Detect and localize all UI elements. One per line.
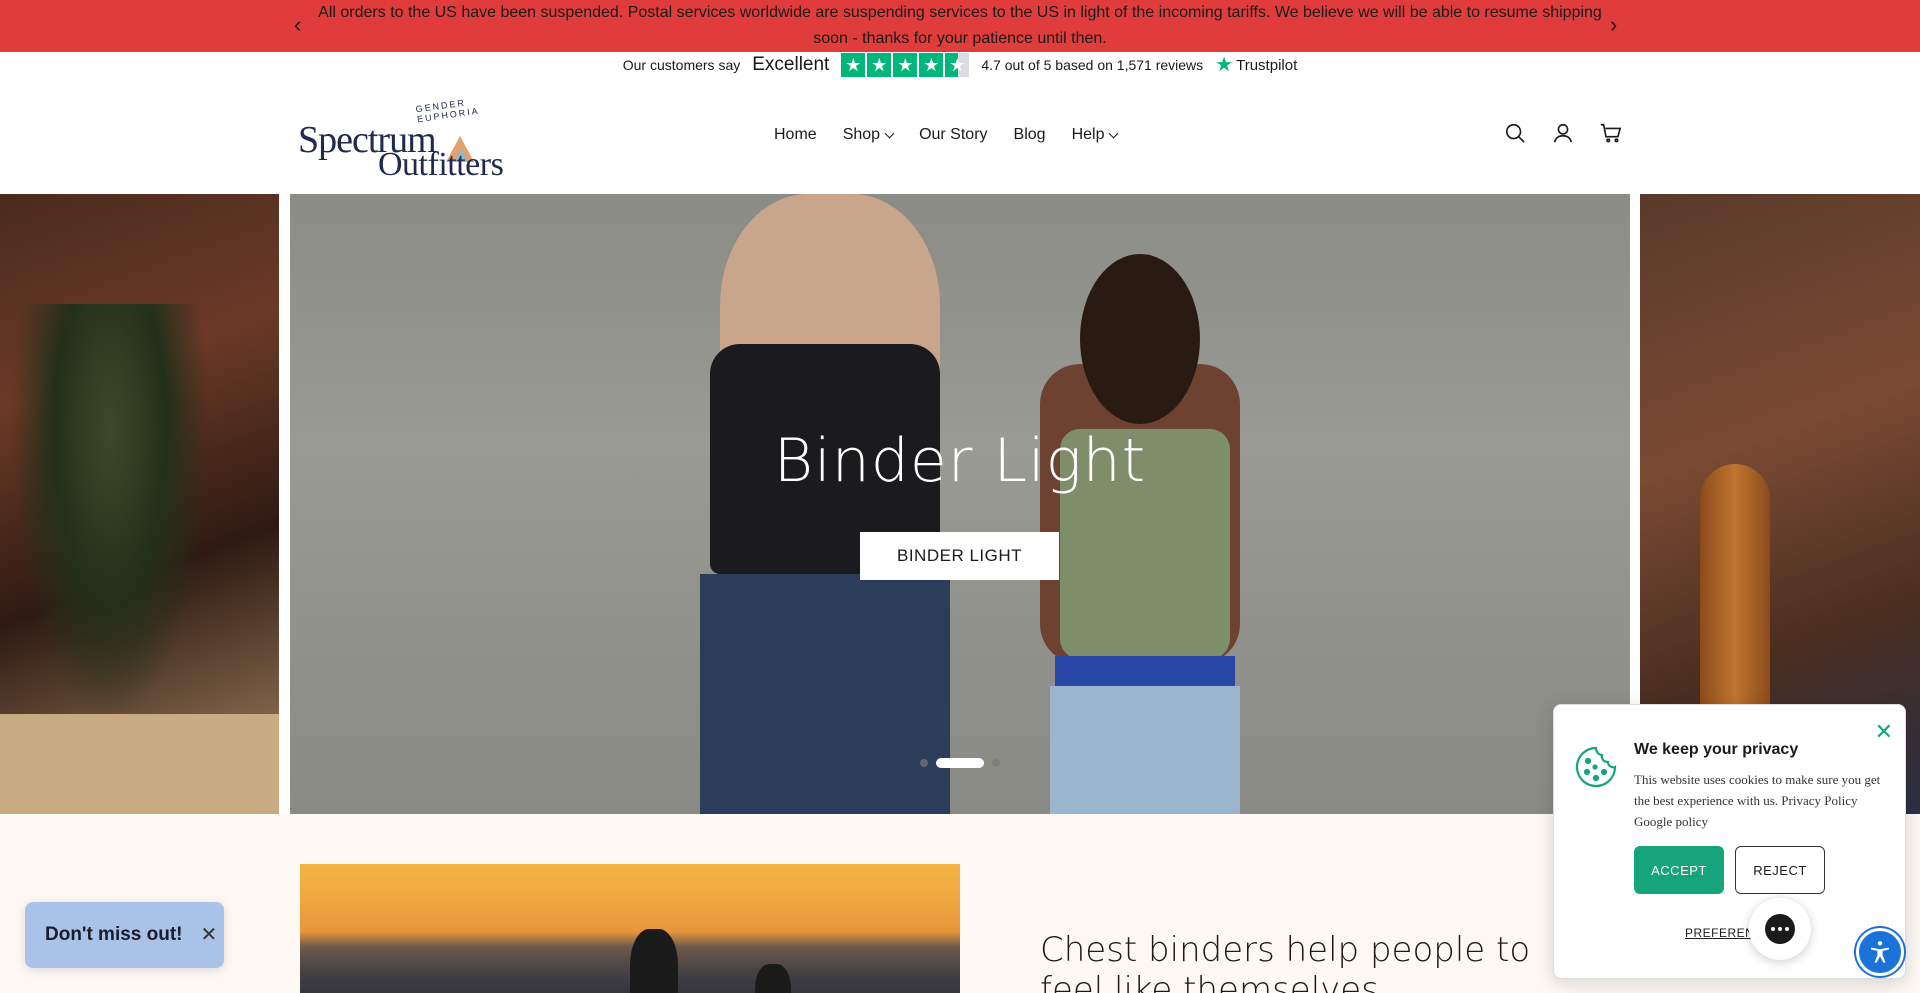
close-icon[interactable]: ✕ [201,925,218,945]
hero-title: Binder Light [773,426,1147,496]
dont-miss-out-label: Don't miss out! [45,924,183,945]
chevron-down-icon [1109,128,1119,138]
trustpilot-say: Our customers say [622,57,741,73]
chat-button[interactable] [1749,898,1811,960]
main-nav: Home Shop Our Story Blog Help [774,126,1119,144]
carousel-dot[interactable] [992,759,1000,767]
privacy-title: We keep your privacy [1634,741,1799,758]
accessibility-icon [1870,941,1890,963]
model-left-image [680,194,980,814]
header-icons [1504,122,1622,144]
beach-image [300,864,960,993]
account-icon[interactable] [1552,122,1574,144]
nav-our-story[interactable]: Our Story [919,126,987,144]
cookie-icon [1575,746,1617,788]
pillow-image [0,714,279,814]
trustpilot-widget[interactable]: Our customers say Excellent ★ ★ ★ ★ ★ 4.… [0,52,1920,78]
trustpilot-logo[interactable]: ★ Trustpilot [1215,54,1298,76]
search-icon[interactable] [1504,122,1526,144]
star-icon: ★ [893,53,918,77]
site-logo[interactable]: GENDER EUPHORIA Spectrum Outfitters [298,97,508,183]
person-silhouette [755,964,791,993]
logo-line-2: Outfitters [378,146,504,183]
close-icon[interactable]: ✕ [1875,721,1893,743]
dont-miss-out-popup[interactable]: Don't miss out! ✕ [25,902,224,968]
nav-home[interactable]: Home [774,126,817,144]
privacy-body: This website uses cookies to make sure y… [1634,772,1881,829]
carousel-dots [290,758,1630,768]
announcement-bar: ‹ All orders to the US have been suspend… [0,0,1920,52]
nav-blog[interactable]: Blog [1014,126,1046,144]
nav-help[interactable]: Help [1071,126,1119,144]
trustpilot-star-icon: ★ [1215,54,1234,76]
cart-icon[interactable] [1600,122,1622,144]
nav-blog-label: Blog [1013,126,1046,143]
nav-story-label: Our Story [919,126,988,143]
nav-help-label: Help [1071,126,1105,143]
accessibility-button[interactable] [1856,928,1904,976]
star-icon: ★ [841,53,866,77]
carousel-slide-previous[interactable] [0,194,279,814]
chevron-down-icon [884,128,895,138]
star-icon: ★ [867,53,892,77]
nav-shop[interactable]: Shop [842,126,895,144]
plant-image [10,304,210,724]
chat-icon [1765,914,1795,944]
trustpilot-rating-word: Excellent [752,54,830,75]
chevron-left-icon[interactable]: ‹ [294,14,301,36]
chevron-right-icon[interactable]: › [1610,14,1617,36]
hero-cta-button[interactable]: BINDER LIGHT [860,532,1059,580]
site-header: GENDER EUPHORIA Spectrum Outfitters Home… [0,78,1920,194]
trustpilot-brand: Trustpilot [1236,56,1298,74]
announcement-text: All orders to the US have been suspended… [318,4,1602,47]
accept-button[interactable]: ACCEPT [1634,846,1724,894]
carousel-dot-active[interactable] [936,758,984,768]
carousel-slide-active: Binder Light BINDER LIGHT [290,194,1630,814]
star-half-icon: ★ [945,53,970,77]
carousel-dot[interactable] [920,759,928,767]
section-heading: Chest binders help people to feel like t… [1040,930,1531,993]
trustpilot-summary: 4.7 out of 5 based on 1,571 reviews [981,57,1204,73]
person-silhouette [630,929,678,993]
star-icon: ★ [919,53,944,77]
trustpilot-stars: ★ ★ ★ ★ ★ [841,53,970,77]
cookie-consent-dialog: ✕ We keep your privacy This website uses… [1553,704,1906,979]
nav-shop-label: Shop [842,126,881,143]
nav-home-label: Home [774,126,817,143]
reject-button[interactable]: REJECT [1735,846,1825,894]
